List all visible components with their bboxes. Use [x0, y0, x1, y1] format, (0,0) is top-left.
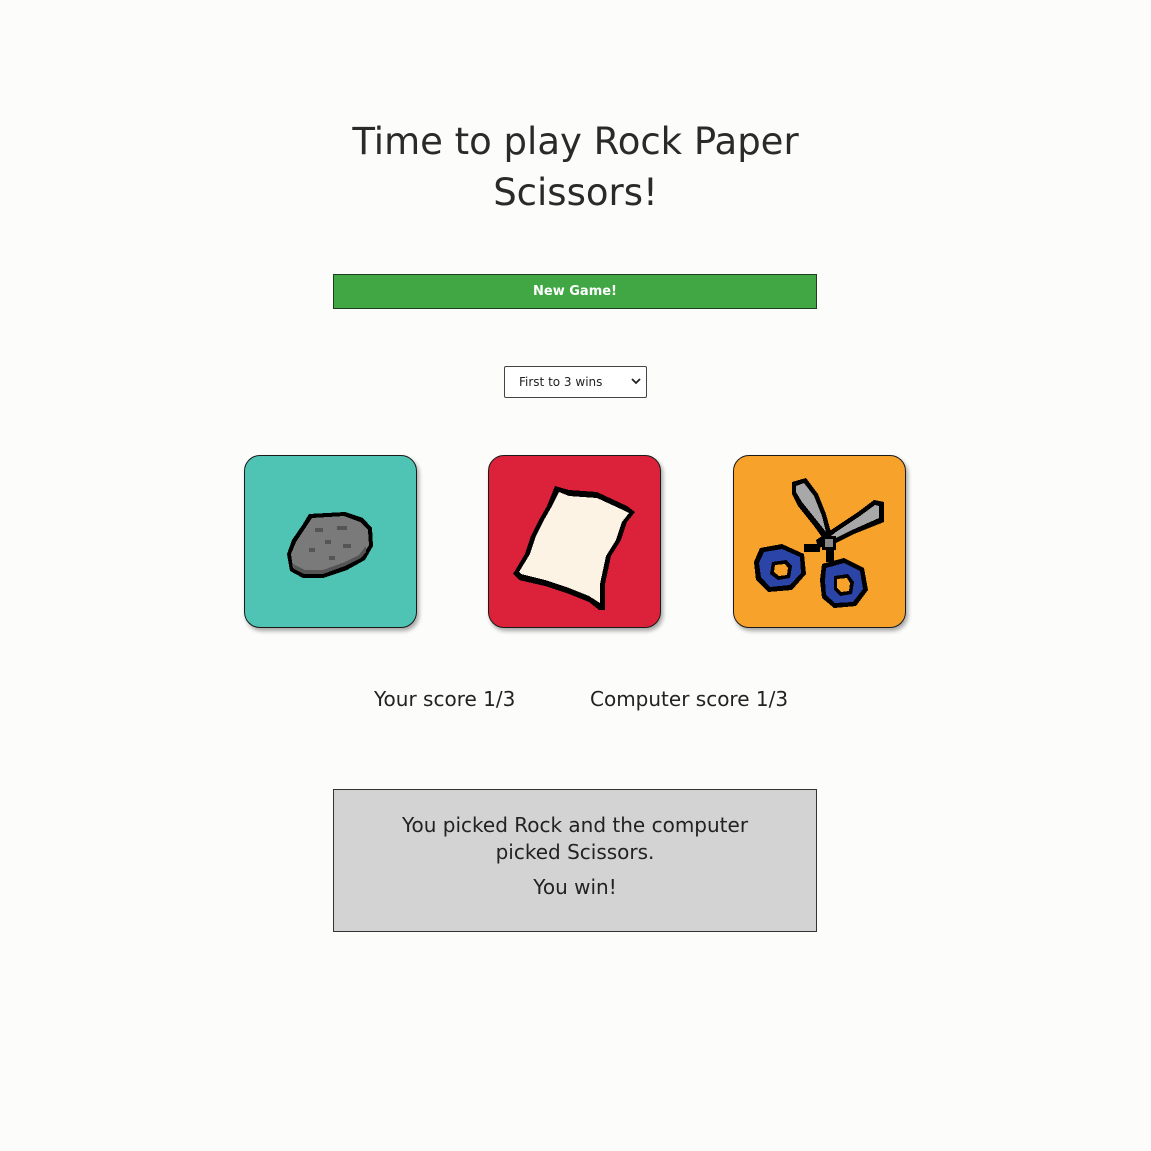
title-line-2: Scissors!	[493, 171, 658, 214]
title-line-1: Time to play Rock Paper	[352, 120, 799, 163]
paper-icon	[513, 486, 635, 610]
scissors-icon	[754, 478, 884, 608]
rock-choice-button[interactable]	[244, 455, 417, 628]
rounds-select-value: First to 3 wins	[519, 375, 603, 389]
new-game-button[interactable]: New Game!	[333, 274, 817, 309]
paper-choice-button[interactable]	[488, 455, 661, 628]
game-page: Time to play Rock Paper Scissors! New Ga…	[0, 0, 1151, 1151]
chevron-down-icon	[631, 378, 641, 385]
rounds-select[interactable]: First to 3 wins	[504, 366, 647, 398]
result-message: You picked Rock and the computer picked …	[401, 813, 749, 864]
computer-score: Computer score 1/3	[590, 687, 789, 711]
result-panel: You picked Rock and the computer picked …	[333, 789, 817, 932]
scissors-choice-button[interactable]	[733, 455, 906, 628]
player-score: Your score 1/3	[374, 687, 516, 711]
rock-icon	[287, 512, 373, 578]
page-title: Time to play Rock Paper Scissors!	[0, 116, 1151, 218]
result-outcome: You win!	[533, 875, 617, 899]
